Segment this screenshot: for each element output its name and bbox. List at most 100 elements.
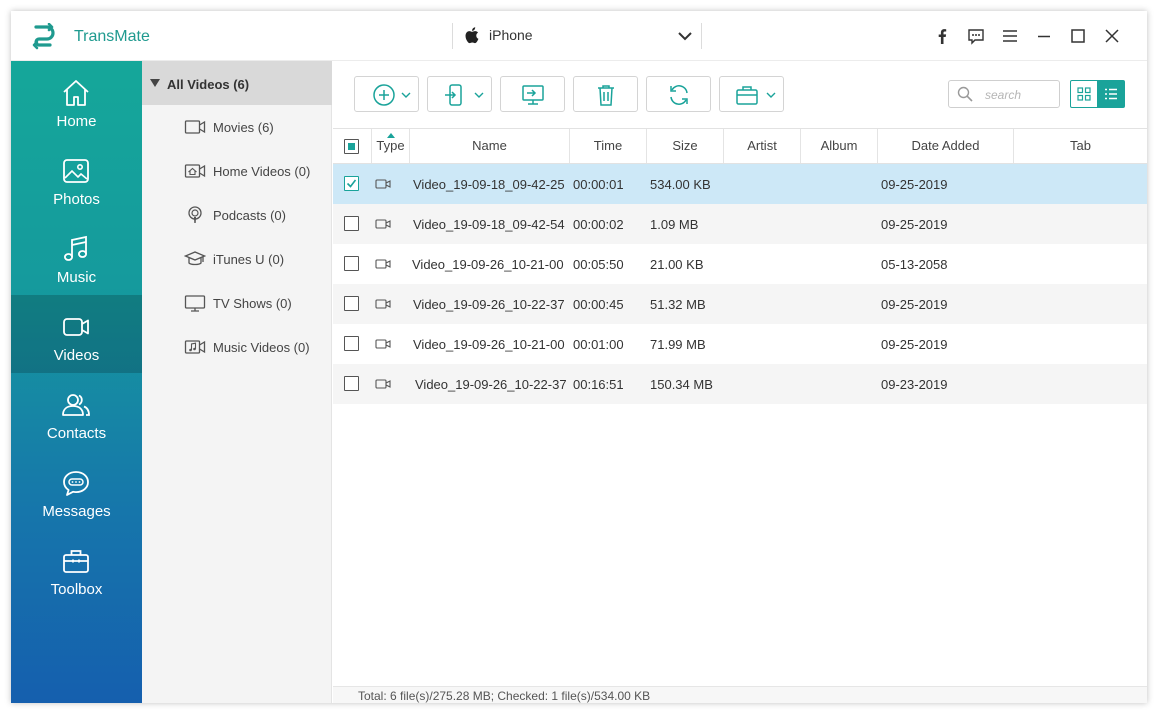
row-checkbox[interactable]	[344, 296, 359, 311]
cell-date-added: 09-25-2019	[881, 337, 948, 352]
toolbox-icon	[63, 550, 89, 573]
main-content: search Type Name Time Size Artist Album …	[333, 61, 1147, 703]
close-icon[interactable]	[1095, 25, 1129, 47]
device-selector[interactable]: iPhone	[452, 23, 702, 49]
sidebar-item-toolbox[interactable]: Toolbox	[11, 529, 142, 607]
facebook-icon[interactable]	[925, 25, 959, 47]
column-header-tab[interactable]: Tab	[1014, 129, 1147, 163]
search-input[interactable]: search	[985, 88, 1021, 102]
cell-size: 534.00 KB	[650, 177, 711, 192]
export-to-pc-button[interactable]	[500, 76, 565, 112]
column-header-label: Album	[820, 138, 858, 153]
status-bar: Total: 6 file(s)/275.28 MB; Checked: 1 f…	[333, 686, 1147, 703]
category-all-videos[interactable]: All Videos (6)	[142, 61, 332, 105]
app-title: TransMate	[74, 28, 150, 45]
video-icon	[63, 318, 89, 336]
cell-date-added: 09-25-2019	[881, 297, 948, 312]
feedback-icon[interactable]	[959, 25, 993, 47]
maximize-icon[interactable]	[1061, 25, 1095, 47]
table-row[interactable]: Video_19-09-26_10-21-00 00:05:50 21.00 K…	[333, 244, 1147, 284]
sidebar-item-label: Music	[56, 269, 97, 286]
contacts-icon	[62, 394, 90, 416]
column-header-label: Type	[376, 138, 405, 153]
video-file-icon	[375, 219, 391, 229]
table-row[interactable]: Video_19-09-26_10-22-37 00:16:51 150.34 …	[333, 364, 1147, 404]
category-item-label: iTunes U (0)	[213, 252, 285, 267]
row-checkbox[interactable]	[344, 256, 359, 271]
export-to-device-button[interactable]	[427, 76, 492, 112]
category-item-itunes-u[interactable]: iTunes U (0)	[142, 237, 332, 281]
cell-size: 150.34 MB	[650, 377, 713, 392]
app-window: TransMate iPhone Home Photos Music Video…	[11, 11, 1147, 703]
column-header-time[interactable]: Time	[570, 129, 647, 163]
video-file-icon	[375, 339, 391, 349]
category-item-podcasts[interactable]: Podcasts (0)	[142, 193, 332, 237]
cell-size: 51.32 MB	[650, 297, 706, 312]
sidebar-item-messages[interactable]: Messages	[11, 451, 142, 529]
row-checkbox[interactable]	[344, 176, 359, 191]
sort-ascending-icon	[387, 133, 395, 138]
table-header: Type Name Time Size Artist Album Date Ad…	[333, 128, 1147, 164]
list-view-button[interactable]	[1097, 80, 1125, 108]
category-item-movies[interactable]: Movies (6)	[142, 105, 332, 149]
table-row[interactable]: Video_19-09-18_09-42-54 00:00:02 1.09 MB…	[333, 204, 1147, 244]
search-box[interactable]: search	[948, 80, 1060, 108]
column-header-artist[interactable]: Artist	[724, 129, 801, 163]
sidebar-item-label: Home	[56, 113, 97, 130]
expand-triangle-icon[interactable]	[150, 79, 160, 87]
cell-date-added: 05-13-2058	[881, 257, 948, 272]
column-header-date-added[interactable]: Date Added	[878, 129, 1014, 163]
search-icon	[957, 86, 973, 102]
minimize-icon[interactable]	[1027, 25, 1061, 47]
main-sidebar: Home Photos Music Videos Contacts Messag…	[11, 61, 142, 703]
add-button[interactable]	[354, 76, 419, 112]
grid-view-button[interactable]	[1070, 80, 1098, 108]
delete-icon	[598, 85, 614, 106]
sidebar-item-music[interactable]: Music	[11, 217, 142, 295]
sidebar-item-photos[interactable]: Photos	[11, 139, 142, 217]
cell-name: Video_19-09-18_09-42-54	[413, 217, 565, 232]
category-item-label: Music Videos (0)	[213, 340, 310, 355]
cell-name: Video_19-09-26_10-22-37	[415, 377, 567, 392]
table-row[interactable]: Video_19-09-26_10-22-37 00:00:45 51.32 M…	[333, 284, 1147, 324]
sidebar-item-home[interactable]: Home	[11, 61, 142, 139]
column-header-type[interactable]: Type	[372, 129, 410, 163]
chevron-down-icon[interactable]	[677, 29, 693, 43]
video-file-icon	[375, 259, 391, 269]
delete-button[interactable]	[573, 76, 638, 112]
sidebar-item-label: Messages	[42, 503, 111, 520]
table-row[interactable]: Video_19-09-26_10-21-00 00:01:00 71.99 M…	[333, 324, 1147, 364]
row-checkbox[interactable]	[344, 376, 359, 391]
sidebar-item-contacts[interactable]: Contacts	[11, 373, 142, 451]
cell-date-added: 09-25-2019	[881, 177, 948, 192]
refresh-button[interactable]	[646, 76, 711, 112]
toolbox-icon	[736, 86, 758, 105]
row-checkbox[interactable]	[344, 336, 359, 351]
row-checkbox[interactable]	[344, 216, 359, 231]
toolbox-button[interactable]	[719, 76, 784, 112]
podcast-icon	[188, 206, 202, 223]
cell-size: 71.99 MB	[650, 337, 706, 352]
transmate-logo-icon	[32, 23, 55, 50]
add-icon	[373, 84, 395, 106]
menu-icon[interactable]	[993, 25, 1027, 47]
cell-time: 00:01:00	[573, 337, 624, 352]
cell-name: Video_19-09-26_10-21-00	[413, 337, 565, 352]
sidebar-item-label: Contacts	[46, 425, 107, 442]
window-controls	[925, 25, 1129, 47]
table-row[interactable]: Video_19-09-18_09-42-25 00:00:01 534.00 …	[333, 164, 1147, 204]
chevron-down-icon	[766, 92, 776, 98]
sidebar-item-label: Photos	[53, 191, 100, 208]
home-video-icon	[184, 164, 206, 178]
cell-date-added: 09-23-2019	[881, 377, 948, 392]
column-header-album[interactable]: Album	[801, 129, 878, 163]
sidebar-item-videos[interactable]: Videos	[11, 295, 142, 373]
category-item-tv-shows[interactable]: TV Shows (0)	[142, 281, 332, 325]
category-item-music-videos[interactable]: Music Videos (0)	[142, 325, 332, 369]
column-header-size[interactable]: Size	[647, 129, 724, 163]
category-item-home-videos[interactable]: Home Videos (0)	[142, 149, 332, 193]
column-header-name[interactable]: Name	[410, 129, 570, 163]
select-all-checkbox[interactable]	[344, 139, 359, 154]
cell-time: 00:05:50	[573, 257, 624, 272]
cell-name: Video_19-09-26_10-21-00	[412, 257, 564, 272]
